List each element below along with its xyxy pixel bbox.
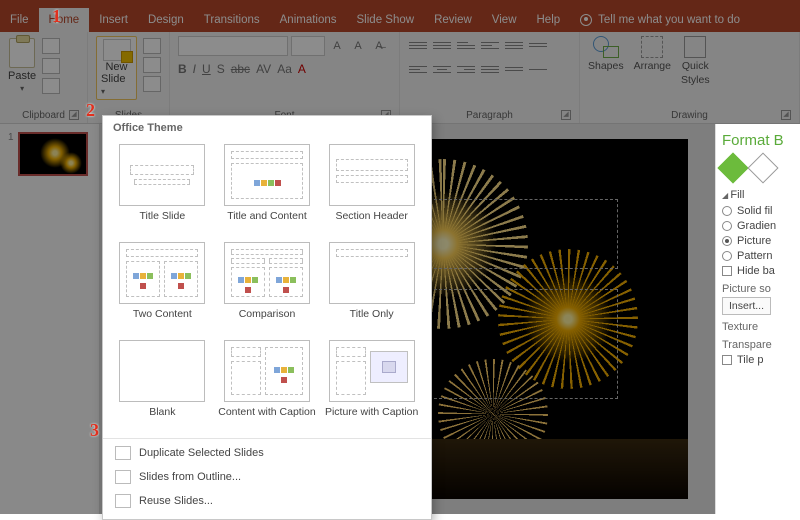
solid-fill-radio[interactable]: Solid fil: [722, 205, 794, 217]
char-spacing-button[interactable]: AV: [256, 62, 271, 76]
dialog-launcher-icon[interactable]: ◢: [69, 110, 79, 120]
ribbon: Paste ▾ Clipboard◢ New Slide ▾: [0, 32, 800, 124]
font-family-select[interactable]: [178, 36, 288, 56]
arrange-icon: [641, 36, 663, 58]
strike-button[interactable]: abc: [231, 62, 250, 76]
dialog-launcher-icon[interactable]: ◢: [561, 110, 571, 120]
paste-button[interactable]: Paste ▾: [8, 36, 36, 93]
layout-blank[interactable]: Blank: [113, 340, 212, 430]
layout-comparison[interactable]: Comparison: [218, 242, 317, 332]
line-spacing-button[interactable]: [504, 36, 524, 54]
step-badge-1: 1: [52, 6, 61, 27]
format-painter-button[interactable]: [42, 78, 60, 94]
ribbon-tabstrip: File Home Insert Design Transitions Anim…: [0, 8, 800, 32]
tab-slideshow[interactable]: Slide Show: [347, 8, 425, 32]
tab-animations[interactable]: Animations: [270, 8, 347, 32]
layout-button[interactable]: [143, 38, 161, 54]
picture-fill-radio[interactable]: Picture: [722, 235, 794, 247]
section-button[interactable]: [143, 76, 161, 92]
cut-button[interactable]: [42, 38, 60, 54]
reuse-icon: [115, 494, 131, 508]
fill-section-header[interactable]: Fill: [722, 189, 794, 201]
lightbulb-icon: [580, 14, 592, 26]
tile-check[interactable]: Tile p: [722, 354, 794, 366]
align-left-button[interactable]: [408, 60, 428, 78]
increase-font-button[interactable]: A: [328, 36, 346, 56]
numbering-button[interactable]: [432, 36, 452, 54]
shapes-icon: [593, 36, 619, 58]
pane-title: Format B: [722, 132, 794, 149]
format-background-pane: Format B Fill Solid fil Gradien Picture …: [715, 124, 800, 514]
quick-styles-button[interactable]: QuickStyles: [681, 36, 710, 86]
duplicate-slides-item[interactable]: Duplicate Selected Slides: [103, 441, 431, 465]
transparency-label: Transpare: [722, 339, 794, 351]
quick-styles-icon: [684, 36, 706, 58]
decrease-font-button[interactable]: A: [349, 36, 367, 56]
tab-insert[interactable]: Insert: [89, 8, 138, 32]
text-direction-button[interactable]: [528, 36, 548, 54]
layout-theme-header: Office Theme: [103, 116, 431, 140]
slides-from-outline-item[interactable]: Slides from Outline...: [103, 465, 431, 489]
layout-picture-caption[interactable]: Picture with Caption: [322, 340, 421, 430]
columns-button[interactable]: [504, 60, 524, 78]
group-label-clipboard: Clipboard◢: [8, 108, 79, 121]
reuse-slides-item[interactable]: Reuse Slides...: [103, 489, 431, 513]
shapes-button[interactable]: Shapes: [588, 36, 624, 72]
dialog-launcher-icon[interactable]: ◢: [781, 110, 791, 120]
underline-button[interactable]: U: [202, 62, 211, 76]
layout-title-content[interactable]: Title and Content: [218, 144, 317, 234]
justify-button[interactable]: [480, 60, 500, 78]
bold-button[interactable]: B: [178, 62, 187, 76]
new-slide-dropdown: Office Theme Title Slide Title and Conte…: [102, 115, 432, 520]
fill-tab-icon[interactable]: [717, 152, 748, 183]
tab-design[interactable]: Design: [138, 8, 194, 32]
layout-two-content[interactable]: Two Content: [113, 242, 212, 332]
arrange-button[interactable]: Arrange: [634, 36, 671, 72]
slide-thumbnail-1[interactable]: [18, 132, 88, 176]
font-size-select[interactable]: [291, 36, 325, 56]
tell-me[interactable]: Tell me what you want to do: [570, 8, 740, 32]
tab-review[interactable]: Review: [424, 8, 482, 32]
step-badge-3: 3: [90, 420, 99, 441]
smartart-button[interactable]: [528, 60, 548, 78]
outline-icon: [115, 470, 131, 484]
layout-section-header[interactable]: Section Header: [322, 144, 421, 234]
picture-source-label: Picture so: [722, 283, 794, 295]
tab-view[interactable]: View: [482, 8, 527, 32]
slide-number: 1: [8, 132, 14, 143]
new-slide-button[interactable]: New Slide ▾: [96, 36, 137, 100]
shadow-button[interactable]: S: [217, 62, 225, 76]
tab-home[interactable]: Home: [39, 8, 90, 32]
reset-button[interactable]: [143, 57, 161, 73]
italic-button[interactable]: I: [193, 62, 196, 76]
insert-picture-button[interactable]: Insert...: [722, 297, 771, 315]
new-slide-icon: [103, 39, 131, 61]
bullets-button[interactable]: [408, 36, 428, 54]
gradient-fill-radio[interactable]: Gradien: [722, 220, 794, 232]
hide-bg-check[interactable]: Hide ba: [722, 265, 794, 277]
indent-inc-button[interactable]: [480, 36, 500, 54]
duplicate-icon: [115, 446, 131, 460]
texture-label: Texture: [722, 321, 794, 333]
tab-transitions[interactable]: Transitions: [194, 8, 270, 32]
slide-thumbnails-pane: 1: [0, 124, 100, 514]
group-label-drawing: Drawing◢: [588, 108, 791, 121]
layout-title-only[interactable]: Title Only: [322, 242, 421, 332]
tab-file[interactable]: File: [0, 8, 39, 32]
step-badge-2: 2: [86, 100, 95, 121]
clear-format-button[interactable]: A̶: [370, 36, 388, 56]
align-right-button[interactable]: [456, 60, 476, 78]
tab-help[interactable]: Help: [527, 8, 571, 32]
font-color-button[interactable]: A: [298, 62, 306, 76]
pattern-fill-radio[interactable]: Pattern: [722, 250, 794, 262]
group-label-paragraph: Paragraph◢: [408, 108, 571, 121]
clipboard-icon: [9, 38, 35, 68]
align-center-button[interactable]: [432, 60, 452, 78]
change-case-button[interactable]: Aa: [277, 62, 292, 76]
effects-tab-icon[interactable]: [747, 152, 778, 183]
layout-content-caption[interactable]: Content with Caption: [218, 340, 317, 430]
indent-dec-button[interactable]: [456, 36, 476, 54]
copy-button[interactable]: [42, 58, 60, 74]
layout-title-slide[interactable]: Title Slide: [113, 144, 212, 234]
